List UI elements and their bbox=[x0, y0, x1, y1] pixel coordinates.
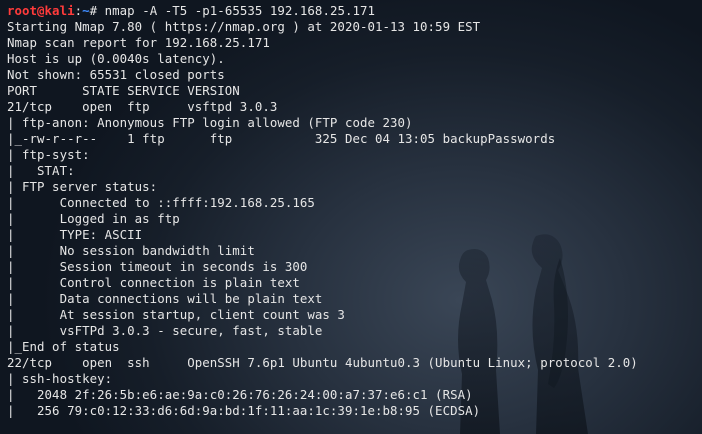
output-line: 21/tcp open ftp vsftpd 3.0.3 bbox=[7, 99, 278, 114]
output-line: 22/tcp open ssh OpenSSH 7.6p1 Ubuntu 4ub… bbox=[7, 355, 638, 370]
terminal-window[interactable]: root@kali:~# nmap -A -T5 -p1-65535 192.1… bbox=[0, 0, 702, 434]
output-line: | ftp-syst: bbox=[7, 147, 90, 162]
output-line: | Control connection is plain text bbox=[7, 275, 300, 290]
output-line: |_-rw-r--r-- 1 ftp ftp 325 Dec 04 13:05 … bbox=[7, 131, 556, 146]
command-text: nmap -A -T5 -p1-65535 192.168.25.171 bbox=[104, 3, 376, 18]
output-line: | FTP server status: bbox=[7, 179, 158, 194]
output-line: | 256 79:c0:12:33:d6:6d:9a:bd:1f:11:aa:1… bbox=[7, 403, 481, 418]
output-line: | ftp-anon: Anonymous FTP login allowed … bbox=[7, 115, 413, 130]
output-line: |_End of status bbox=[7, 339, 120, 354]
output-line: | ssh-hostkey: bbox=[7, 371, 113, 386]
output-line: Starting Nmap 7.80 ( https://nmap.org ) … bbox=[7, 19, 481, 34]
output-line: | vsFTPd 3.0.3 - secure, fast, stable bbox=[7, 323, 323, 338]
output-line: | Data connections will be plain text bbox=[7, 291, 323, 306]
output-line: | Connected to ::ffff:192.168.25.165 bbox=[7, 195, 315, 210]
prompt-symbol: # bbox=[89, 3, 105, 18]
output-line: | 2048 2f:26:5b:e6:ae:9a:c0:26:76:26:24:… bbox=[7, 387, 473, 402]
output-line: PORT STATE SERVICE VERSION bbox=[7, 83, 240, 98]
prompt-path: ~ bbox=[82, 3, 90, 18]
terminal-output: root@kali:~# nmap -A -T5 -p1-65535 192.1… bbox=[7, 3, 702, 419]
command-line: root@kali:~# nmap -A -T5 -p1-65535 192.1… bbox=[7, 3, 702, 19]
output-line: | At session startup, client count was 3 bbox=[7, 307, 345, 322]
output-line: Nmap scan report for 192.168.25.171 bbox=[7, 35, 270, 50]
output-line: | Session timeout in seconds is 300 bbox=[7, 259, 308, 274]
output-line: | No session bandwidth limit bbox=[7, 243, 255, 258]
output-line: | Logged in as ftp bbox=[7, 211, 180, 226]
output-line: | STAT: bbox=[7, 163, 75, 178]
prompt-separator: : bbox=[74, 3, 83, 18]
output-line: Not shown: 65531 closed ports bbox=[7, 67, 225, 82]
output-line: | TYPE: ASCII bbox=[7, 227, 143, 242]
prompt-user-host: root@kali bbox=[7, 3, 75, 18]
output-line: Host is up (0.0040s latency). bbox=[7, 51, 225, 66]
